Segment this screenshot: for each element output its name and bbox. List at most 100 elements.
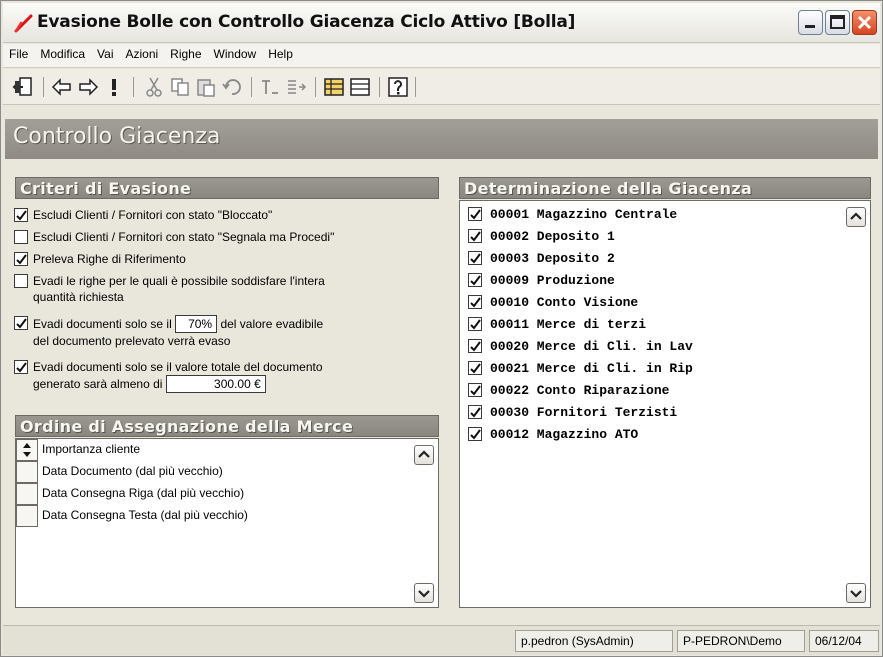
ordine-header: Ordine di Assegnazione della Merce [15,415,439,437]
ordine-item[interactable]: Importanza cliente [16,439,396,461]
checkmark-icon [470,341,481,352]
paste-button[interactable] [193,74,219,100]
criteri-option-bloccato[interactable]: Escludi Clienti / Fornitori con stato "B… [14,207,273,223]
undo-icon [222,79,241,95]
checkbox[interactable] [468,361,482,375]
checkbox[interactable] [14,316,28,330]
align-button[interactable] [257,74,283,100]
menu-azioni[interactable]: Azioni [119,44,164,66]
checkbox[interactable] [468,273,482,287]
checkbox[interactable] [14,230,28,244]
ordine-listbox[interactable]: Importanza cliente Data Documento (dal p… [15,438,439,608]
checkbox[interactable] [14,208,28,222]
toolbar-separator [315,77,316,97]
criteri-header: Criteri di Evasione [15,177,439,199]
criteri-title: Criteri di Evasione [20,179,192,198]
scroll-down-button[interactable] [846,583,866,603]
toolbar-separator [415,77,416,97]
sort-handle[interactable] [16,505,38,527]
scroll-down-button[interactable] [414,583,434,603]
checkbox[interactable] [468,229,482,243]
checkbox[interactable] [14,360,28,374]
paste-icon [197,79,215,97]
status-date: 06/12/04 [809,630,879,652]
toolbar [3,69,880,105]
criteri-option-preleva[interactable]: Preleva Righe di Riferimento [14,251,186,267]
checkbox[interactable] [14,252,28,266]
giacenza-item-label: 00012 Magazzino ATO [490,427,639,442]
checkbox[interactable] [468,405,482,419]
cut-button[interactable] [141,74,167,100]
option-label: Evadi documenti solo se il [33,317,172,331]
giacenza-item-label: 00009 Produzione [490,273,615,288]
ordine-item[interactable]: Data Documento (dal più vecchio) [16,461,396,483]
ordine-title: Ordine di Assegnazione della Merce [20,417,354,436]
giacenza-title: Determinazione della Giacenza [464,179,753,198]
checkbox[interactable] [468,339,482,353]
minimize-button[interactable] [798,10,823,35]
maximize-button[interactable] [825,10,850,35]
giacenza-item-label: 00003 Deposito 2 [490,251,615,266]
menu-vai[interactable]: Vai [91,44,119,66]
close-button[interactable] [852,10,877,35]
checkmark-icon [16,318,27,329]
menu-help[interactable]: Help [262,44,299,66]
grid-button[interactable] [321,74,347,100]
toolbar-separator [379,77,380,97]
checkmark-icon [470,275,481,286]
ordine-item-label: Data Consegna Riga (dal più vecchio) [42,486,245,500]
menu-modifica[interactable]: Modifica [34,44,91,66]
ordine-item[interactable]: Data Consegna Riga (dal più vecchio) [16,483,396,505]
chevron-up-icon [418,450,430,458]
minimum-value-input[interactable]: 300.00 € [165,375,266,393]
status-bar: p.pedron (SysAdmin) P-PEDRON\Demo 06/12/… [3,625,880,655]
indent-button[interactable] [283,74,309,100]
menu-file[interactable]: File [3,44,34,66]
criteri-option-intera[interactable]: Evadi le righe per le quali è possibile … [14,273,433,305]
title-bar[interactable]: Evasione Bolle con Controllo Giacenza Ci… [3,3,880,43]
checkbox[interactable] [468,251,482,265]
option-label: Escludi Clienti / Fornitori con stato "B… [33,208,273,222]
giacenza-item-label: 00010 Conto Visione [490,295,639,310]
menu-righe[interactable]: Righe [164,44,207,66]
option-label-line2: generato sarà almeno di [33,377,163,391]
checkbox[interactable] [468,427,482,441]
back-button[interactable] [49,74,75,100]
toolbar-separator [133,77,134,97]
forward-button[interactable] [75,74,101,100]
undo-button[interactable] [219,74,245,100]
ordine-item[interactable]: Data Consegna Testa (dal più vecchio) [16,505,396,527]
checkbox[interactable] [468,295,482,309]
criteri-option-segnala[interactable]: Escludi Clienti / Fornitori con stato "S… [14,229,335,245]
sort-handle[interactable] [16,483,38,505]
copy-button[interactable] [167,74,193,100]
align-icon [262,80,278,94]
option-label: Escludi Clienti / Fornitori con stato "S… [33,230,335,244]
criteri-option-percentuale[interactable]: Evadi documenti solo se il 70% del valor… [14,315,433,349]
percentage-input[interactable]: 70% [175,315,218,333]
option-label-line2: quantità richiesta [33,290,124,304]
grid-icon [324,78,344,96]
app-window: Evasione Bolle con Controllo Giacenza Ci… [0,0,883,657]
checkbox[interactable] [468,383,482,397]
checkbox[interactable] [468,317,482,331]
giacenza-item-label: 00021 Merce di Cli. in Rip [490,361,693,376]
exit-button[interactable] [11,74,37,100]
checkbox[interactable] [468,207,482,221]
menu-window[interactable]: Window [208,44,263,66]
ordine-item-label: Data Documento (dal più vecchio) [42,464,223,478]
option-label-line2: del documento prelevato verrà evaso [33,334,231,348]
close-icon [857,15,872,30]
help-button[interactable] [385,74,411,100]
execute-button[interactable] [101,74,127,100]
sort-handle[interactable] [16,439,38,461]
giacenza-item-label: 00002 Deposito 1 [490,229,615,244]
table-button[interactable] [347,74,373,100]
giacenza-listbox[interactable]: 00001 Magazzino Centrale 00002 Deposito … [459,200,871,608]
sort-handle[interactable] [16,461,38,483]
criteri-option-valore-totale[interactable]: Evadi documenti solo se il valore totale… [14,359,433,393]
scroll-up-button[interactable] [414,445,434,465]
scroll-up-button[interactable] [846,207,866,227]
option-label: Evadi documenti solo se il valore totale… [33,360,323,374]
checkbox[interactable] [14,274,28,288]
